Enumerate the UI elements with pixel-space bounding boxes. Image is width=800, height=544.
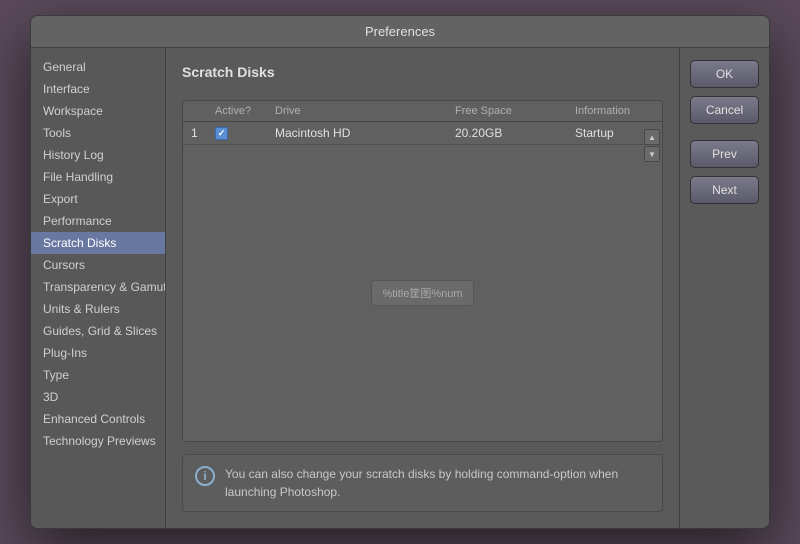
button-panel: OK Cancel Prev Next xyxy=(679,48,769,528)
table-header: Active? Drive Free Space Information xyxy=(183,101,662,122)
sidebar-item-performance[interactable]: Performance xyxy=(31,210,165,232)
dialog-title: Preferences xyxy=(31,16,769,48)
sidebar-item-workspace[interactable]: Workspace xyxy=(31,100,165,122)
row-num: 1 xyxy=(191,126,215,140)
sidebar-item-tools[interactable]: Tools xyxy=(31,122,165,144)
scroll-up-icon: ▲ xyxy=(648,133,656,142)
sidebar-item-enhanced-controls[interactable]: Enhanced Controls xyxy=(31,408,165,430)
row-information: Startup xyxy=(575,126,654,140)
checkbox-macintosh-hd[interactable] xyxy=(215,127,228,140)
sidebar: GeneralInterfaceWorkspaceToolsHistory Lo… xyxy=(31,48,166,528)
sidebar-item-transparency--gamut[interactable]: Transparency & Gamut xyxy=(31,276,165,298)
col-active-header: Active? xyxy=(215,105,275,117)
sidebar-item-3d[interactable]: 3D xyxy=(31,386,165,408)
sidebar-item-general[interactable]: General xyxy=(31,56,165,78)
col-num-header xyxy=(191,105,215,117)
scroll-down-icon: ▼ xyxy=(648,150,656,159)
sidebar-item-history-log[interactable]: History Log xyxy=(31,144,165,166)
cancel-button[interactable]: Cancel xyxy=(690,96,759,124)
row-active-checkbox[interactable] xyxy=(215,127,275,140)
sidebar-item-units--rulers[interactable]: Units & Rulers xyxy=(31,298,165,320)
table-row[interactable]: 1 Macintosh HD 20.20GB Startup xyxy=(183,122,662,145)
sidebar-item-technology-previews[interactable]: Technology Previews xyxy=(31,430,165,452)
placeholder-button[interactable]: %title筐图%num xyxy=(371,280,473,306)
prev-button[interactable]: Prev xyxy=(690,140,759,168)
sidebar-item-plug-ins[interactable]: Plug-Ins xyxy=(31,342,165,364)
info-box: i You can also change your scratch disks… xyxy=(182,454,663,512)
scroll-up-button[interactable]: ▲ xyxy=(644,129,660,145)
col-info-header: Information xyxy=(575,105,654,117)
info-text: You can also change your scratch disks b… xyxy=(225,465,650,501)
table-empty-area: %title筐图%num xyxy=(183,145,662,441)
scratch-disks-table: Active? Drive Free Space Information 1 M… xyxy=(182,100,663,442)
main-content: Scratch Disks Active? Drive Free Space I… xyxy=(166,48,679,528)
section-title: Scratch Disks xyxy=(182,64,663,80)
next-button[interactable]: Next xyxy=(690,176,759,204)
sidebar-item-type[interactable]: Type xyxy=(31,364,165,386)
sidebar-item-guides-grid--slices[interactable]: Guides, Grid & Slices xyxy=(31,320,165,342)
sidebar-item-file-handling[interactable]: File Handling xyxy=(31,166,165,188)
scroll-buttons: ▲ ▼ xyxy=(644,129,660,162)
row-free-space: 20.20GB xyxy=(455,126,575,140)
sidebar-item-scratch-disks[interactable]: Scratch Disks xyxy=(31,232,165,254)
col-free-header: Free Space xyxy=(455,105,575,117)
row-drive: Macintosh HD xyxy=(275,126,455,140)
ok-button[interactable]: OK xyxy=(690,60,759,88)
preferences-dialog: Preferences GeneralInterfaceWorkspaceToo… xyxy=(30,15,770,529)
info-icon: i xyxy=(195,466,215,486)
sidebar-item-export[interactable]: Export xyxy=(31,188,165,210)
col-drive-header: Drive xyxy=(275,105,455,117)
scroll-down-button[interactable]: ▼ xyxy=(644,146,660,162)
sidebar-item-cursors[interactable]: Cursors xyxy=(31,254,165,276)
sidebar-item-interface[interactable]: Interface xyxy=(31,78,165,100)
